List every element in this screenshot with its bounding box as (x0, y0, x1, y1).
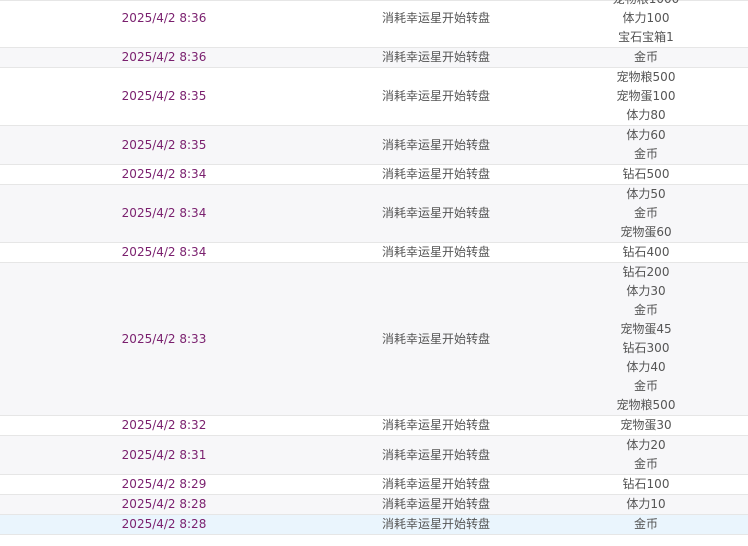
reward-item: 钻石300 (622, 341, 670, 355)
row-time: 2025/4/2 8:36 (121, 50, 207, 64)
reward-item: 宠物粮500 (616, 398, 676, 412)
reward-item: 宠物蛋60 (620, 225, 672, 239)
table-row[interactable]: 2025/4/2 8:28 消耗幸运星开始转盘 体力10 (0, 495, 748, 515)
reward-item: 钻石100 (622, 477, 670, 491)
reward-item: 体力40 (626, 360, 666, 374)
table-row[interactable]: 2025/4/2 8:34 消耗幸运星开始转盘 钻石400 (0, 243, 748, 263)
reward-item: 金币 (633, 206, 658, 220)
row-time: 2025/4/2 8:34 (121, 245, 207, 259)
reward-item: 宠物粮1000 (544, 0, 748, 9)
row-action: 消耗幸运星开始转盘 (381, 245, 490, 259)
row-rewards: 钻石200 体力30 金币 宠物蛋45 钻石300 体力40 金币 宠物粮500 (544, 263, 748, 415)
row-rewards: 宠物蛋30 (544, 416, 748, 435)
row-rewards: 钻石400 (544, 243, 748, 262)
table-row[interactable]: 2025/4/2 8:31 消耗幸运星开始转盘 体力20 金币 (0, 436, 748, 475)
reward-item: 宠物粮500 (616, 70, 676, 84)
table-row[interactable]: 2025/4/2 8:34 消耗幸运星开始转盘 体力50 金币 宠物蛋60 (0, 185, 748, 243)
row-rewards: 宠物粮500 宠物蛋100 体力80 (544, 68, 748, 125)
table-row[interactable]: 2025/4/2 8:36 消耗幸运星开始转盘 宠物粮1000 体力100 宝石… (0, 0, 748, 48)
reward-item: 体力10 (626, 497, 666, 511)
row-time: 2025/4/2 8:33 (121, 331, 207, 346)
row-action: 消耗幸运星开始转盘 (381, 517, 490, 531)
row-action: 消耗幸运星开始转盘 (381, 418, 490, 432)
row-action: 消耗幸运星开始转盘 (381, 11, 490, 25)
row-action: 消耗幸运星开始转盘 (381, 89, 490, 103)
spin-log-table: 2025/4/2 8:36 消耗幸运星开始转盘 宠物粮1000 体力100 宝石… (0, 0, 748, 535)
reward-item: 体力30 (626, 284, 666, 298)
reward-item: 金币 (633, 50, 658, 64)
reward-item: 体力20 (626, 438, 666, 452)
row-time: 2025/4/2 8:34 (121, 206, 207, 220)
row-action: 消耗幸运星开始转盘 (381, 477, 490, 491)
reward-item: 宠物蛋100 (616, 89, 676, 103)
reward-item: 钻石200 (622, 265, 670, 279)
reward-item: 金币 (633, 379, 658, 393)
table-row[interactable]: 2025/4/2 8:33 消耗幸运星开始转盘 钻石200 体力30 金币 宠物… (0, 263, 748, 416)
reward-item: 宠物蛋30 (620, 418, 672, 432)
reward-item: 钻石400 (622, 245, 670, 259)
table-row[interactable]: 2025/4/2 8:34 消耗幸运星开始转盘 钻石500 (0, 165, 748, 185)
row-rewards: 钻石500 (544, 165, 748, 184)
row-action: 消耗幸运星开始转盘 (381, 497, 490, 511)
row-rewards: 体力20 金币 (544, 436, 748, 474)
reward-item: 体力60 (626, 128, 666, 142)
reward-item: 金币 (633, 303, 658, 317)
table-row[interactable]: 2025/4/2 8:35 消耗幸运星开始转盘 体力60 金币 (0, 126, 748, 165)
reward-item: 钻石500 (622, 167, 670, 181)
row-action: 消耗幸运星开始转盘 (381, 206, 490, 220)
reward-item: 宠物蛋45 (620, 322, 672, 336)
row-rewards: 金币 (544, 515, 748, 534)
row-action: 消耗幸运星开始转盘 (381, 50, 490, 64)
row-rewards: 宠物粮1000 体力100 宝石宝箱1 (544, 0, 748, 47)
table-row[interactable]: 2025/4/2 8:32 消耗幸运星开始转盘 宠物蛋30 (0, 416, 748, 436)
row-time: 2025/4/2 8:28 (121, 517, 207, 531)
row-rewards: 体力50 金币 宠物蛋60 (544, 185, 748, 242)
reward-item: 体力50 (626, 187, 666, 201)
table-row[interactable]: 2025/4/2 8:36 消耗幸运星开始转盘 金币 (0, 48, 748, 68)
reward-item: 金币 (633, 457, 658, 471)
row-action: 消耗幸运星开始转盘 (381, 167, 490, 181)
row-time: 2025/4/2 8:28 (121, 497, 207, 511)
row-action: 消耗幸运星开始转盘 (381, 447, 490, 462)
reward-item: 宝石宝箱1 (618, 30, 674, 44)
row-time: 2025/4/2 8:31 (121, 447, 207, 462)
reward-item: 体力80 (626, 108, 666, 122)
row-time: 2025/4/2 8:35 (121, 89, 207, 103)
row-rewards: 钻石100 (544, 475, 748, 494)
row-action: 消耗幸运星开始转盘 (381, 137, 490, 152)
row-rewards: 体力60 金币 (544, 126, 748, 164)
row-time: 2025/4/2 8:35 (121, 137, 207, 152)
row-action: 消耗幸运星开始转盘 (381, 331, 490, 346)
row-time: 2025/4/2 8:32 (121, 418, 207, 432)
table-row-highlighted[interactable]: 2025/4/2 8:28 消耗幸运星开始转盘 金币 (0, 515, 748, 535)
reward-item: 金币 (633, 517, 658, 531)
row-rewards: 体力10 (544, 495, 748, 514)
row-rewards: 金币 (544, 48, 748, 67)
table-row[interactable]: 2025/4/2 8:29 消耗幸运星开始转盘 钻石100 (0, 475, 748, 495)
row-time: 2025/4/2 8:29 (121, 477, 207, 491)
row-time: 2025/4/2 8:34 (121, 167, 207, 181)
reward-item: 金币 (633, 147, 658, 161)
reward-item: 体力100 (622, 11, 670, 25)
row-time: 2025/4/2 8:36 (121, 11, 207, 25)
table-row[interactable]: 2025/4/2 8:35 消耗幸运星开始转盘 宠物粮500 宠物蛋100 体力… (0, 68, 748, 126)
